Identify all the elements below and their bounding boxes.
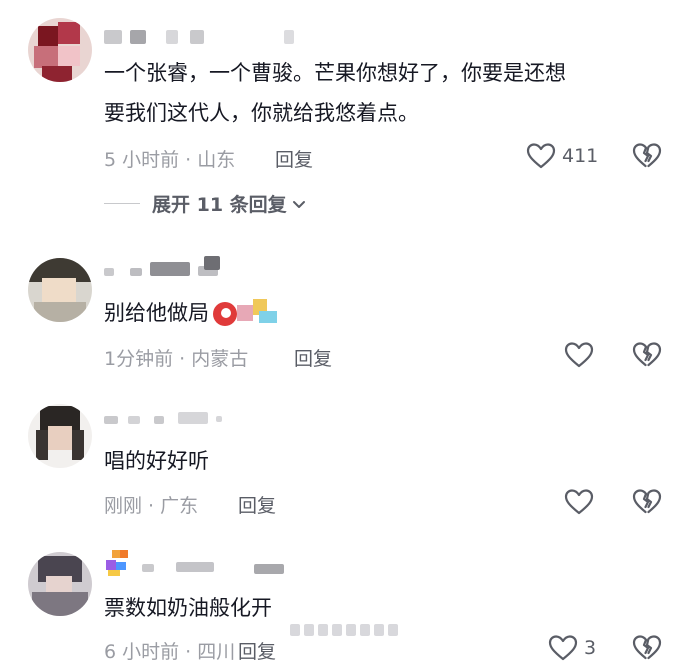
dislike-button[interactable] <box>632 341 662 373</box>
dislike-button[interactable] <box>632 488 662 520</box>
heart-icon <box>526 142 556 170</box>
comment-text-line-2: 要我们这代人，你就给我悠着点。 <box>104 101 419 125</box>
reply-button[interactable]: 回复 <box>294 344 332 371</box>
reply-button[interactable]: 回复 <box>238 491 276 518</box>
broken-heart-icon <box>632 143 662 174</box>
emoji-sticker <box>213 299 283 329</box>
comment-text-line-1: 票数如奶油般化开 <box>104 596 272 620</box>
broken-heart-icon <box>632 342 662 373</box>
like-count: 411 <box>562 145 599 167</box>
avatar[interactable] <box>28 404 92 468</box>
like-button[interactable]: 411 <box>526 142 598 170</box>
comment-meta: 刚刚 · 广东 <box>104 495 199 517</box>
avatar[interactable] <box>28 258 92 322</box>
comment-text: 唱的好好听 <box>104 441 664 481</box>
heart-icon <box>564 341 594 369</box>
comment-meta: 6 小时前 · 四川 <box>104 641 236 663</box>
expand-replies-label: 展开 11 条回复 <box>152 194 287 216</box>
heart-icon <box>548 634 578 662</box>
divider-line <box>104 203 140 204</box>
comment-text-line-1: 一个张睿，一个曹骏。芒果你想好了，你要是还想 <box>104 61 566 85</box>
comment-text: 一个张睿，一个曹骏。芒果你想好了，你要是还想 要我们这代人，你就给我悠着点。 <box>104 53 664 133</box>
comment-text-line-1: 唱的好好听 <box>104 449 209 473</box>
comment-meta: 1分钟前 · 内蒙古 <box>104 348 249 370</box>
reply-button[interactable]: 回复 <box>238 637 276 664</box>
comment-text-line-1: 别给他做局 <box>104 301 209 325</box>
dislike-button[interactable] <box>632 142 662 174</box>
reply-button[interactable]: 回复 <box>275 145 313 172</box>
comment-meta: 5 小时前 · 山东 <box>104 149 236 171</box>
heart-icon <box>564 488 594 516</box>
comment-text: 别给他做局 <box>104 293 664 333</box>
watermark-blurred <box>290 620 410 640</box>
expand-replies-button[interactable]: 展开 11 条回复 <box>104 190 307 217</box>
avatar[interactable] <box>28 552 92 616</box>
chevron-down-icon <box>291 193 307 215</box>
like-button[interactable]: 3 <box>548 634 596 662</box>
dislike-button[interactable] <box>632 634 662 666</box>
like-count: 3 <box>584 637 597 659</box>
like-button[interactable] <box>564 341 594 369</box>
like-button[interactable] <box>564 488 594 516</box>
avatar[interactable] <box>28 18 92 82</box>
broken-heart-icon <box>632 489 662 520</box>
